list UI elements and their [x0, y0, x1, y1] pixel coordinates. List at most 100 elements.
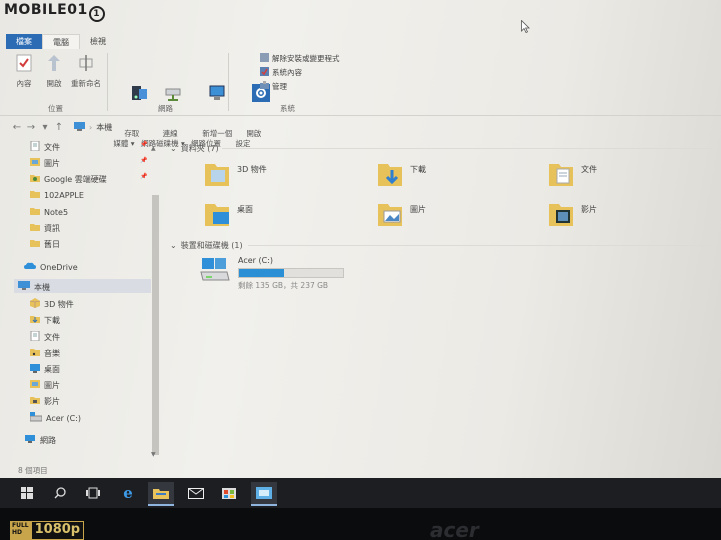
access-media-button[interactable]: 存取 媒體 ▾ — [110, 53, 148, 159]
sidebar-item-label: 圖片 — [44, 158, 60, 168]
sidebar-item[interactable]: 圖片 — [30, 157, 60, 169]
start-button[interactable] — [14, 482, 40, 504]
up-arrow-icon[interactable]: ↑ — [52, 122, 66, 133]
3d-objects-icon — [29, 298, 41, 310]
breadcrumb[interactable]: › 本機 — [74, 121, 112, 133]
tab-computer[interactable]: 電腦 — [42, 34, 80, 49]
scrollbar-thumb[interactable] — [152, 195, 159, 455]
mouse-cursor-icon — [521, 18, 530, 37]
media-server-icon — [110, 73, 148, 116]
uninstall-program-command[interactable]: 解除安裝或變更程式 — [260, 53, 340, 64]
sidebar-item[interactable]: OneDrive — [24, 261, 78, 273]
this-pc-icon — [74, 121, 85, 133]
drive-usage-bar — [238, 268, 344, 278]
sidebar-item[interactable]: Google 雲端硬碟 — [30, 173, 107, 185]
folder-tile[interactable]: 文件 — [549, 160, 597, 190]
sidebar-item-label: 3D 物件 — [44, 299, 74, 309]
sidebar-item[interactable]: Note5 — [30, 206, 68, 218]
scroll-down-icon[interactable]: ▼ — [151, 451, 156, 458]
taskbar: e — [0, 478, 721, 508]
music-icon — [30, 347, 40, 359]
address-bar: ← → ▾ ↑ › 本機 — [10, 119, 710, 135]
sidebar-item[interactable]: 舊日 — [30, 238, 60, 250]
open-settings-button[interactable]: 開啟 設定 — [232, 53, 271, 159]
sidebar-item[interactable]: 網路 — [24, 434, 56, 446]
rename-button[interactable]: 重新命名 — [68, 53, 104, 89]
devices-section-header[interactable]: ⌄ 裝置和磁碟機 (1) — [170, 240, 243, 251]
folders-section-header[interactable]: ⌄ 資料夾 (7) — [170, 143, 219, 154]
recent-dropdown-icon[interactable]: ▾ — [38, 122, 52, 133]
folder-label: 下載 — [410, 165, 426, 174]
pin-icon[interactable]: 📌 — [140, 173, 147, 180]
acer-brand-logo: acer — [430, 518, 479, 540]
sidebar-item[interactable]: 3D 物件 — [29, 298, 74, 310]
system-properties-command[interactable]: 系統內容 — [260, 67, 302, 78]
file-explorer-button[interactable] — [148, 482, 174, 506]
ribbon-separator — [107, 53, 108, 111]
sidebar-item[interactable]: 影片 — [30, 395, 60, 407]
sidebar-item-label: Acer (C:) — [46, 413, 82, 423]
documents-icon — [30, 330, 40, 343]
ribbon: 內容 開啟 重新命名 位置 存取 媒體 ▾ 連線 網路磁碟機 ▾ 新增一個 網路… — [0, 49, 721, 148]
sidebar-item-label: Note5 — [44, 207, 69, 217]
edge-button[interactable]: e — [115, 482, 141, 504]
back-arrow-icon[interactable]: ← — [10, 122, 24, 133]
mail-button[interactable] — [183, 482, 209, 504]
sidebar-item-label: 舊日 — [44, 239, 60, 249]
folder-tile[interactable]: 圖片 — [378, 200, 426, 230]
network-location-icon — [188, 73, 225, 116]
open-button[interactable]: 開啟 — [42, 53, 66, 89]
desktop-icon — [30, 363, 40, 375]
sidebar-item-label: 本機 — [34, 282, 50, 292]
search-button[interactable] — [47, 482, 73, 504]
remote-app-button[interactable] — [251, 482, 277, 506]
folder-tile[interactable]: 桌面 — [205, 200, 253, 230]
sidebar-item-label: 資訊 — [44, 223, 60, 233]
store-bag-icon — [222, 484, 236, 503]
sidebar-item[interactable]: 桌面 — [30, 363, 60, 375]
tab-view[interactable]: 檢視 — [80, 34, 116, 49]
sidebar-item-label: 文件 — [44, 332, 60, 342]
open-label: 開啟 — [46, 79, 62, 88]
breadcrumb-this-pc[interactable]: 本機 — [96, 122, 112, 133]
full-hd-sticker: FULL HD 1080p — [10, 521, 85, 540]
sidebar-item[interactable]: 文件 — [30, 140, 60, 153]
folders-section-label: 資料夾 (7) — [180, 144, 219, 153]
sidebar-item[interactable]: Acer (C:) — [29, 412, 82, 424]
pin-icon[interactable]: 📌 — [140, 157, 147, 164]
scroll-up-icon[interactable]: ▲ — [151, 145, 156, 152]
manage-command[interactable]: 管理 — [260, 81, 287, 92]
sidebar-item[interactable]: 資訊 — [30, 222, 60, 234]
uninstall-label: 解除安裝或變更程式 — [272, 54, 340, 63]
folder-tile[interactable]: 影片 — [549, 200, 597, 230]
properties-button[interactable]: 內容 — [10, 53, 38, 89]
rename-icon — [68, 53, 104, 76]
task-view-button[interactable] — [80, 482, 106, 504]
task-view-icon — [86, 484, 100, 503]
pin-icon[interactable]: 📌 — [140, 141, 147, 148]
store-button[interactable] — [216, 482, 242, 504]
sidebar-item[interactable]: 文件 — [30, 330, 60, 343]
watermark-text: MOBILE01 — [4, 2, 88, 18]
forward-arrow-icon[interactable]: → — [24, 122, 38, 133]
manage-icon — [260, 81, 269, 92]
section-divider — [248, 245, 712, 246]
videos-folder-icon — [549, 200, 575, 230]
sidebar-item[interactable]: 本機 — [18, 281, 50, 293]
sidebar-item[interactable]: 下載 — [30, 314, 60, 326]
pictures-folder-icon — [378, 200, 404, 230]
sidebar-item[interactable]: 102APPLE — [30, 189, 84, 201]
drive-c[interactable]: Acer (C:) 剩餘 135 GB，共 237 GB — [200, 256, 344, 291]
tab-file[interactable]: 檔案 — [6, 34, 42, 49]
status-bar-item-count: 8 個項目 — [18, 466, 48, 475]
sidebar-item[interactable]: 音樂 — [30, 347, 60, 359]
breadcrumb-chevron-icon: › — [89, 122, 93, 132]
sidebar-item[interactable]: 圖片 — [30, 379, 60, 391]
folder-tile[interactable]: 下載 — [378, 160, 426, 190]
this-pc-icon — [18, 281, 30, 293]
folder-tile[interactable]: 3D 物件 — [205, 160, 267, 190]
videos-icon — [30, 395, 40, 407]
sidebar-item-label: 下載 — [44, 315, 60, 325]
sidebar-scrollbar[interactable]: ▲ ▼ — [150, 145, 160, 463]
collapse-chevron-icon: ⌄ — [170, 241, 177, 250]
